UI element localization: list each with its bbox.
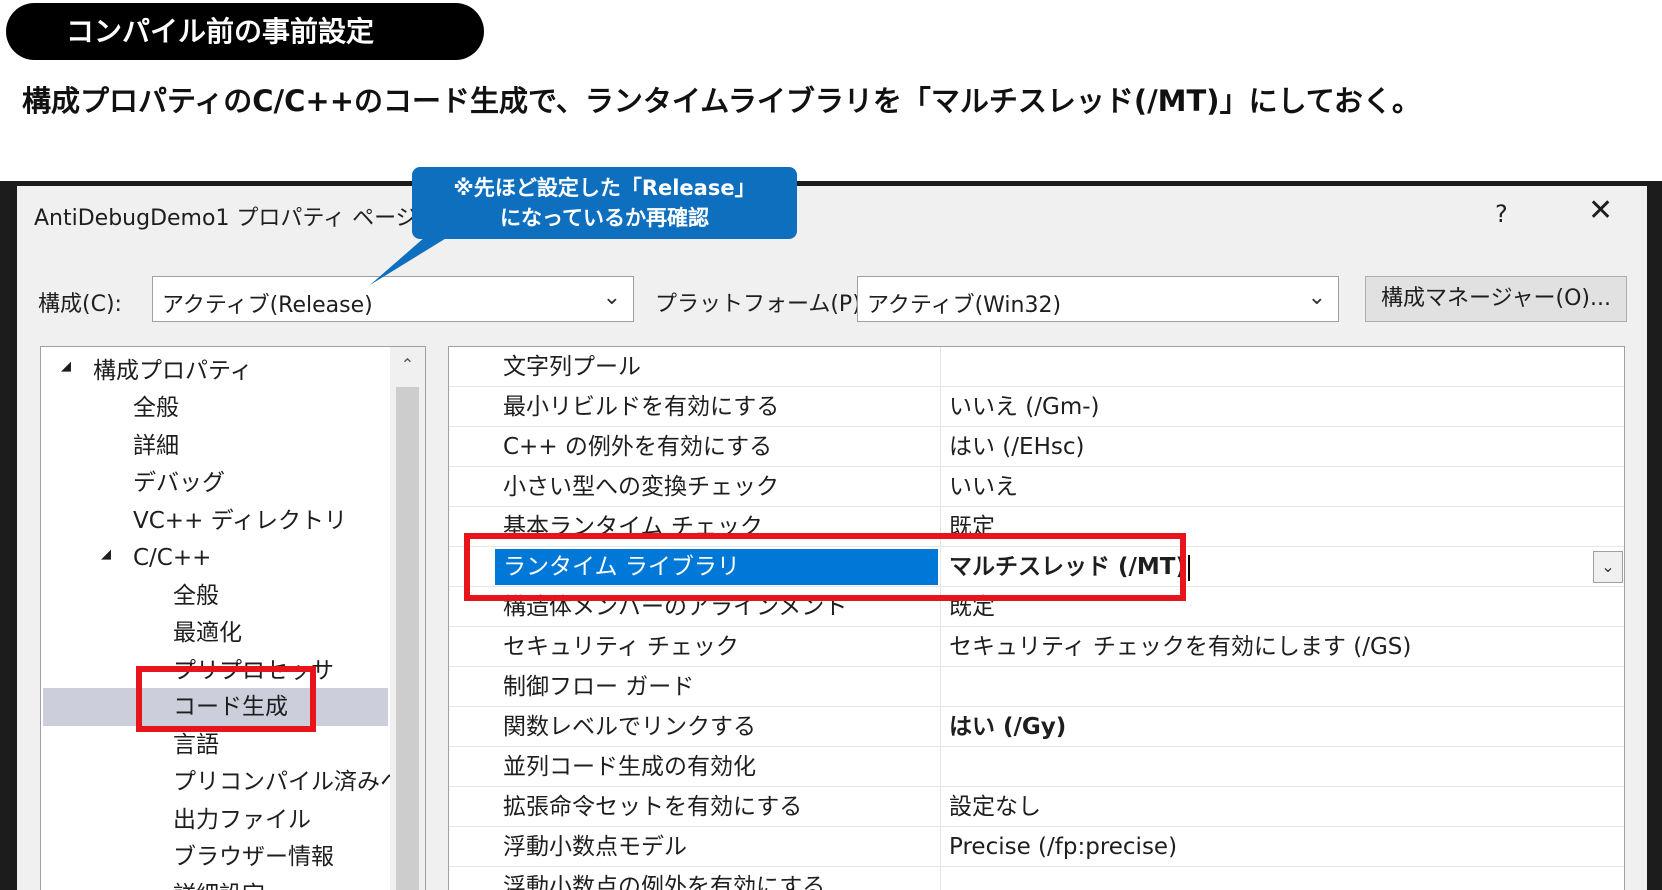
tree-item-vc-directories[interactable]: VC++ ディレクトリ	[133, 504, 347, 538]
platform-label: プラットフォーム(P):	[655, 292, 869, 317]
property-tree[interactable]: ◢ 構成プロパティ 全般 詳細 デバッグ VC++ ディレクトリ ◢ C/C++…	[40, 346, 426, 890]
instruction-text: 構成プロパティのC/C++のコード生成で、ランタイムライブラリを「マルチスレッド…	[22, 84, 1421, 118]
scrollbar-thumb[interactable]	[396, 387, 419, 890]
property-value: はい (/EHsc)	[949, 434, 1085, 460]
property-row[interactable]: 制御フロー ガード	[449, 667, 1624, 707]
property-row[interactable]: C++ の例外を有効にする はい (/EHsc)	[449, 427, 1624, 467]
tree-item-browse-information[interactable]: ブラウザー情報	[173, 840, 334, 874]
column-divider	[940, 667, 941, 707]
property-row[interactable]: セキュリティ チェック セキュリティ チェックを有効にします (/GS)	[449, 627, 1624, 667]
chevron-down-icon: ⌄	[602, 285, 621, 310]
property-grid[interactable]: 文字列プール 最小リビルドを有効にする いいえ (/Gm-) C++ の例外を有…	[448, 346, 1625, 890]
platform-dropdown[interactable]: アクティブ(Win32) ⌄	[857, 276, 1339, 322]
property-row[interactable]: 関数レベルでリンクする はい (/Gy)	[449, 707, 1624, 747]
column-divider	[940, 747, 941, 787]
chevron-down-icon: ⌄	[1307, 285, 1326, 310]
tree-item-precompiled-headers[interactable]: プリコンパイル済みヘッ	[173, 765, 425, 799]
property-name: 関数レベルでリンクする	[503, 714, 756, 740]
tree-item-advanced-settings[interactable]: 詳細設定	[173, 878, 265, 890]
property-name: 小さい型への変換チェック	[503, 474, 779, 500]
tree-item-configuration-properties[interactable]: 構成プロパティ	[93, 354, 253, 388]
chevron-down-icon[interactable]: ⌄	[1593, 551, 1623, 583]
property-row[interactable]: 小さい型への変換チェック いいえ	[449, 467, 1624, 507]
column-divider	[940, 707, 941, 747]
property-value: いいえ (/Gm-)	[949, 394, 1100, 420]
callout-bubble: ※先ほど設定した「Release」 になっているか再確認	[412, 167, 797, 239]
property-name: 文字列プール	[503, 354, 641, 380]
code-generation-highlight-box	[136, 666, 316, 732]
column-divider	[940, 427, 941, 467]
property-row[interactable]: 浮動小数点の例外を有効にする	[449, 867, 1624, 890]
column-divider	[940, 827, 941, 867]
property-name: セキュリティ チェック	[503, 634, 739, 660]
config-manager-button[interactable]: 構成マネージャー(O)...	[1365, 276, 1627, 322]
property-name: 制御フロー ガード	[503, 674, 695, 700]
property-value: セキュリティ チェックを有効にします (/GS)	[949, 634, 1412, 660]
property-name: 浮動小数点モデル	[503, 834, 687, 860]
callout-line-2: になっているか再確認	[500, 206, 709, 230]
close-icon[interactable]: ✕	[1588, 196, 1613, 226]
column-divider	[940, 627, 941, 667]
property-name: 拡張命令セットを有効にする	[503, 794, 803, 820]
property-row[interactable]: 文字列プール	[449, 347, 1624, 387]
callout-pointer	[370, 237, 448, 285]
column-divider	[940, 347, 941, 387]
tree-item-optimization[interactable]: 最適化	[173, 616, 242, 650]
column-divider	[940, 387, 941, 427]
property-name: 並列コード生成の有効化	[503, 754, 756, 780]
runtime-library-highlight-box	[464, 533, 1186, 601]
property-row[interactable]: 拡張命令セットを有効にする 設定なし	[449, 787, 1624, 827]
property-name: 最小リビルドを有効にする	[503, 394, 780, 420]
column-divider	[940, 467, 941, 507]
column-divider	[940, 867, 941, 890]
tree-item-cpp[interactable]: C/C++	[133, 541, 211, 575]
help-button[interactable]: ?	[1495, 200, 1508, 228]
property-name: C++ の例外を有効にする	[503, 434, 773, 460]
property-value: はい (/Gy)	[949, 714, 1067, 740]
tree-item-debugging[interactable]: デバッグ	[133, 466, 225, 500]
expanded-triangle-icon[interactable]: ◢	[101, 547, 111, 562]
property-name: 浮動小数点の例外を有効にする	[503, 874, 826, 890]
column-divider	[940, 787, 941, 827]
property-row[interactable]: 浮動小数点モデル Precise (/fp:precise)	[449, 827, 1624, 867]
config-value: アクティブ(Release)	[162, 293, 373, 318]
section-title-pill: コンパイル前の事前設定	[6, 3, 484, 60]
property-row[interactable]: 並列コード生成の有効化	[449, 747, 1624, 787]
platform-value: アクティブ(Win32)	[867, 293, 1062, 318]
tree-item-advanced[interactable]: 詳細	[133, 429, 179, 463]
tree-item-cpp-general[interactable]: 全般	[173, 579, 219, 613]
scroll-up-icon[interactable]: ⌃	[390, 347, 425, 383]
text-caret	[1188, 554, 1191, 581]
property-value: Precise (/fp:precise)	[949, 834, 1178, 860]
config-label: 構成(C):	[38, 292, 122, 317]
callout-line-1: ※先ほど設定した「Release」	[453, 176, 756, 200]
property-row[interactable]: 最小リビルドを有効にする いいえ (/Gm-)	[449, 387, 1624, 427]
tree-item-general[interactable]: 全般	[133, 391, 179, 425]
tree-item-language[interactable]: 言語	[173, 728, 219, 762]
tree-item-output-files[interactable]: 出力ファイル	[173, 803, 311, 837]
property-value: いいえ	[949, 474, 1018, 500]
property-value: 設定なし	[949, 794, 1041, 820]
tree-scrollbar[interactable]: ⌃	[390, 347, 425, 890]
expanded-triangle-icon[interactable]: ◢	[61, 359, 71, 374]
dialog-title: AntiDebugDemo1 プロパティ ページ	[34, 206, 418, 231]
